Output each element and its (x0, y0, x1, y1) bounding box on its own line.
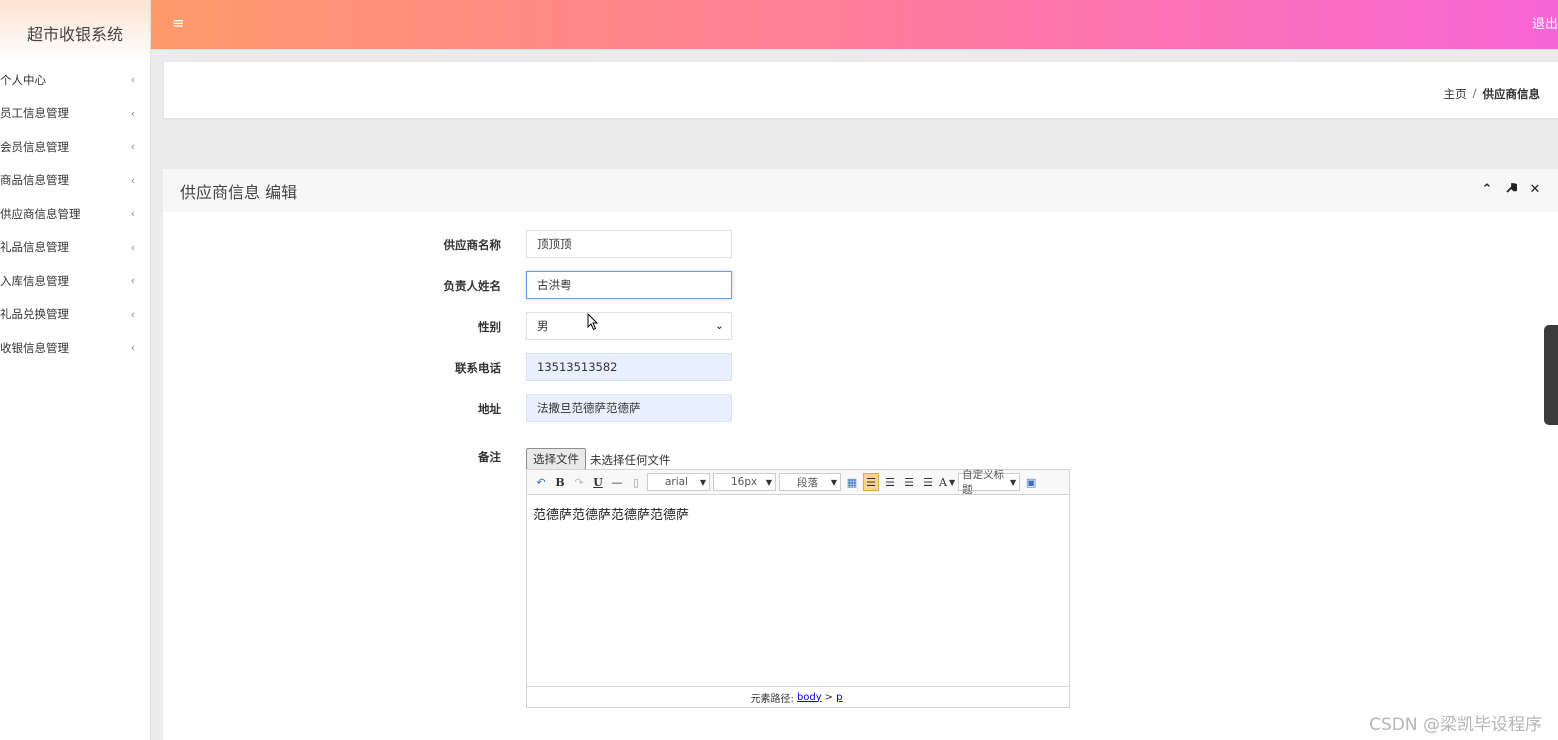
bold-button[interactable]: B (552, 473, 568, 491)
file-status-text: 未选择任何文件 (590, 453, 671, 467)
sidebar-item-staff[interactable]: 员工信息管理 ‹ (0, 97, 150, 131)
scrollbar-handle[interactable] (1544, 325, 1558, 425)
breadcrumb-separator: / (1472, 86, 1477, 100)
horizontal-rule-icon[interactable]: — (609, 473, 625, 491)
font-family-value: arial (665, 476, 689, 488)
dropdown-arrow-icon: ▼ (765, 477, 772, 487)
align-center-icon[interactable]: ☰ (882, 473, 898, 491)
gender-select[interactable]: 男 ⌄ (526, 312, 732, 340)
sidebar-item-label: 礼品信息管理 (0, 240, 69, 255)
element-path-p-link[interactable]: p (836, 692, 842, 703)
sidebar-item-personal-center[interactable]: 个人中心 ‹ (0, 63, 150, 97)
sidebar-item-gift-exchange[interactable]: 礼品兑换管理 ‹ (0, 298, 150, 332)
sidebar-item-label: 个人中心 (0, 72, 46, 87)
table-icon[interactable]: ▦ (844, 473, 860, 491)
font-size-value: 16px (731, 476, 758, 488)
supplier-name-input[interactable]: 顶顶顶 (526, 230, 732, 258)
align-left-icon[interactable]: ☰ (863, 473, 879, 491)
dropdown-arrow-icon: ▼ (1009, 477, 1017, 487)
menu-icon[interactable]: ≡ (172, 14, 185, 32)
sidebar-item-label: 收银信息管理 (0, 340, 69, 355)
custom-title-select[interactable]: 自定义标题 ▼ (958, 469, 1021, 496)
breadcrumb-bar: 主页 / 供应商信息 (164, 62, 1558, 118)
underline-button[interactable]: U (590, 473, 606, 491)
panel-header: 供应商信息 编辑 ⌃ ✕ (163, 169, 1558, 212)
sidebar-menu: 个人中心 ‹ 员工信息管理 ‹ 会员信息管理 ‹ 商品信息管理 ‹ 供应商信息管理 ‹ 礼… (0, 63, 150, 365)
sidebar-item-label: 礼品兑换管理 (0, 307, 69, 322)
gender-label: 性别 (478, 320, 501, 334)
chevron-left-icon: ‹ (130, 140, 135, 154)
address-input[interactable]: 法撒旦范德萨范德萨 (526, 394, 732, 422)
chevron-left-icon: ‹ (130, 73, 135, 87)
chevron-left-icon: ‹ (130, 341, 135, 355)
logout-button[interactable]: 退出 (1532, 13, 1558, 32)
sidebar-item-label: 商品信息管理 (0, 173, 69, 188)
sidebar-item-label: 会员信息管理 (0, 139, 69, 154)
mouse-cursor-icon (587, 312, 599, 335)
paragraph-select[interactable]: 段落 ▼ (779, 473, 841, 491)
wrench-icon[interactable] (1504, 182, 1519, 198)
phone-label: 联系电话 (455, 361, 501, 375)
undo-icon[interactable]: ↶ (533, 473, 549, 491)
chevron-left-icon: ‹ (130, 207, 135, 221)
collapse-icon[interactable]: ⌃ (1480, 182, 1494, 198)
address-label: 地址 (478, 402, 501, 416)
edit-panel: 供应商信息 编辑 ⌃ ✕ 供应商名称 顶顶顶 负责人姓名 古洪粤 性别 男 ⌄ … (163, 169, 1558, 740)
chevron-left-icon: ‹ (130, 240, 135, 254)
contact-name-label: 负责人姓名 (443, 279, 502, 293)
rich-text-editor: ↶ B ↷ U — ▯ arial ▼ 16px ▼ 段落 ▼ ▦ ☰ ☰ ☰ ☰ A… (526, 469, 1070, 708)
sidebar-item-gifts[interactable]: 礼品信息管理 ‹ (0, 231, 150, 265)
phone-input[interactable]: 13513513582 (526, 353, 732, 381)
contact-name-input[interactable]: 古洪粤 (526, 271, 732, 299)
top-bar: ≡ 退出 (151, 0, 1558, 49)
gender-selected-value: 男 (537, 319, 549, 333)
font-family-select[interactable]: arial ▼ (647, 473, 710, 491)
chevron-left-icon: ‹ (130, 274, 135, 288)
editor-element-path: 元素路径: body > p (527, 686, 1069, 707)
document-icon[interactable]: ▯ (628, 473, 644, 491)
close-icon[interactable]: ✕ (1528, 182, 1542, 198)
chevron-down-icon: ⌄ (714, 319, 724, 332)
supplier-name-label: 供应商名称 (443, 238, 502, 252)
sidebar-item-label: 供应商信息管理 (0, 206, 81, 221)
element-path-body-link[interactable]: body (797, 692, 822, 703)
preview-icon[interactable]: ▣ (1023, 473, 1039, 491)
font-color-label: A (939, 475, 947, 489)
panel-tools: ⌃ ✕ (1480, 182, 1542, 198)
breadcrumb: 主页 / 供应商信息 (1444, 86, 1540, 102)
redo-icon[interactable]: ↷ (571, 473, 587, 491)
remark-label: 备注 (478, 450, 501, 464)
sidebar-item-checkout[interactable]: 收银信息管理 ‹ (0, 331, 150, 365)
custom-title-value: 自定义标题 (962, 469, 1005, 496)
sidebar-item-stock-in[interactable]: 入库信息管理 ‹ (0, 264, 150, 298)
sidebar-item-suppliers[interactable]: 供应商信息管理 ‹ (0, 197, 150, 231)
sidebar-item-label: 入库信息管理 (0, 273, 69, 288)
element-path-separator: > (824, 691, 834, 703)
choose-file-button[interactable]: 选择文件 (526, 448, 586, 470)
element-path-label: 元素路径: (750, 693, 794, 705)
editor-toolbar: ↶ B ↷ U — ▯ arial ▼ 16px ▼ 段落 ▼ ▦ ☰ ☰ ☰ ☰ A… (527, 469, 1069, 496)
dropdown-arrow-icon: ▼ (699, 477, 706, 487)
sidebar-item-products[interactable]: 商品信息管理 ‹ (0, 164, 150, 198)
chevron-left-icon: ‹ (130, 106, 135, 120)
sidebar-item-members[interactable]: 会员信息管理 ‹ (0, 130, 150, 164)
dropdown-arrow-icon: ▼ (830, 477, 837, 487)
breadcrumb-home[interactable]: 主页 (1444, 86, 1467, 102)
sidebar: 超市收银系统 个人中心 ‹ 员工信息管理 ‹ 会员信息管理 ‹ 商品信息管理 ‹ 供应商… (0, 0, 151, 740)
font-color-button[interactable]: A ▼ (939, 473, 955, 491)
font-size-select[interactable]: 16px ▼ (713, 473, 776, 491)
panel-title: 供应商信息 编辑 (180, 182, 298, 202)
app-title: 超市收银系统 (0, 0, 150, 62)
sidebar-item-label: 员工信息管理 (0, 106, 69, 121)
chevron-left-icon: ‹ (130, 173, 135, 187)
align-justify-icon[interactable]: ☰ (920, 473, 936, 491)
breadcrumb-current: 供应商信息 (1482, 87, 1541, 101)
align-right-icon[interactable]: ☰ (901, 473, 917, 491)
editor-content[interactable]: 范德萨范德萨范德萨范德萨 (527, 495, 1069, 686)
paragraph-value: 段落 (797, 476, 818, 489)
chevron-left-icon: ‹ (130, 307, 135, 321)
watermark: CSDN @梁凯毕设程序 (1369, 715, 1542, 735)
